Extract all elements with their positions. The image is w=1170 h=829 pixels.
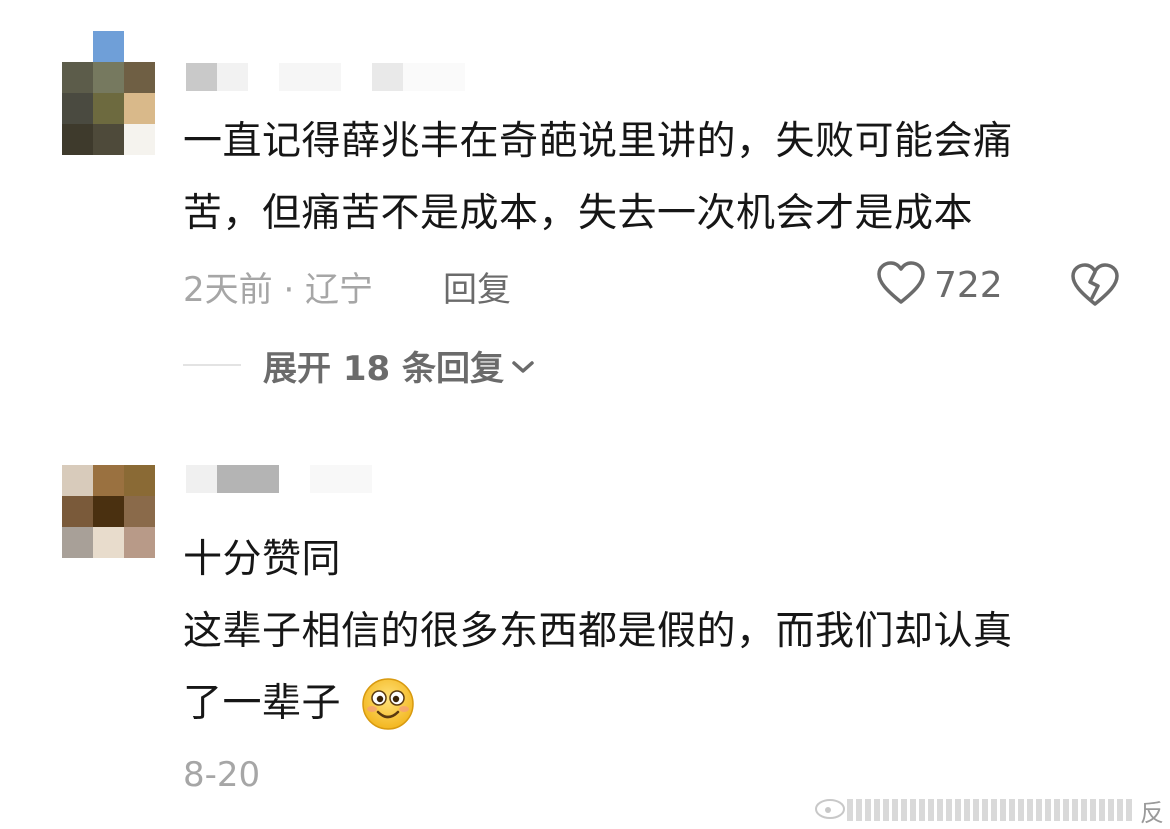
username-blurred[interactable] — [186, 465, 372, 493]
expand-divider — [183, 364, 241, 366]
watermark-logo-icon — [813, 795, 847, 825]
watermark-end-text: 反 — [1140, 798, 1164, 827]
avatar[interactable] — [62, 62, 155, 155]
like-count: 722 — [934, 264, 1003, 306]
comment-time-location: 8-20 — [183, 755, 261, 795]
comment-item: 十分赞同 这辈子相信的很多东西都是假的，而我们却认真 了一辈子 8-20 — [0, 430, 1170, 829]
comment-time-location: 2天前 · 辽宁 — [183, 270, 374, 310]
broken-heart-icon — [1070, 263, 1120, 312]
expand-replies-label: 展开 18 条回复 — [263, 349, 504, 389]
watermark: 反 — [813, 791, 1170, 829]
comment-text-line: 了一辈子 — [183, 681, 342, 726]
reply-button[interactable]: 回复 — [443, 262, 511, 311]
chevron-down-icon — [510, 346, 536, 386]
comment-text-line: 苦，但痛苦不是成本，失去一次机会才是成本 — [183, 191, 974, 236]
watermark-blurred-text — [847, 799, 1132, 821]
expand-replies-button[interactable]: 展开 18 条回复 — [263, 341, 536, 390]
avatar-decoration — [93, 31, 124, 62]
like-button[interactable]: 722 — [876, 260, 1003, 310]
comment-item: 一直记得薛兆丰在奇葩说里讲的，失败可能会痛 苦，但痛苦不是成本，失去一次机会才是… — [0, 0, 1170, 400]
avatar[interactable] — [62, 465, 155, 558]
dislike-button[interactable] — [1070, 262, 1120, 312]
username-blurred[interactable] — [186, 63, 465, 91]
smiling-face-emoji — [360, 676, 416, 732]
heart-outline-icon — [876, 260, 926, 310]
